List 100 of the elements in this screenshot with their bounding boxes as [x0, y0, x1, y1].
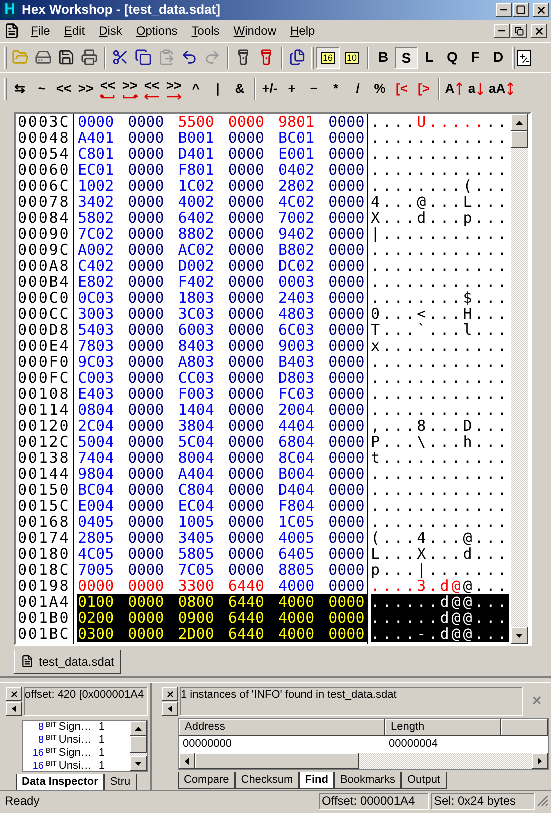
hex-word[interactable]: 8805 — [278, 562, 315, 578]
offset-field[interactable]: offset: 420 [0x000001A4 — [24, 687, 148, 716]
hex-word[interactable]: 6402 — [178, 210, 214, 226]
hex-word[interactable]: 0000 — [328, 258, 365, 274]
ascii-text[interactable]: ,...8...D... — [371, 418, 510, 434]
panel-tab[interactable]: Stru — [104, 774, 137, 791]
operation-button[interactable]: << — [53, 76, 75, 100]
hex-word[interactable]: 0000 — [328, 290, 365, 306]
hex-word[interactable]: 4005 — [278, 530, 315, 546]
hex-word[interactable]: B802 — [278, 242, 315, 258]
maximize-button[interactable] — [513, 3, 529, 17]
hex-word[interactable]: 0000 — [328, 386, 365, 402]
hex-word[interactable]: 0000 — [328, 402, 365, 418]
ascii-text[interactable]: ....U....... — [371, 114, 510, 130]
hex-word[interactable]: 0000 — [128, 562, 164, 578]
menu-item[interactable]: Edit — [58, 22, 92, 40]
menu-item[interactable]: Tools — [186, 22, 226, 40]
ascii-text[interactable]: ............ — [371, 466, 510, 482]
operation-button[interactable]: ~ — [31, 76, 53, 100]
ascii-text[interactable]: p...|....... — [371, 562, 510, 578]
ascii-text[interactable]: |........... — [371, 226, 510, 242]
hex-word[interactable]: 4404 — [278, 418, 315, 434]
hex-word[interactable]: 0000 — [128, 450, 164, 466]
hex-word[interactable]: 0000 — [328, 434, 365, 450]
panel-tab[interactable]: Find — [299, 772, 334, 789]
hex-word[interactable]: 0000 — [128, 610, 164, 626]
ascii-text[interactable]: ....3.d@@... — [371, 578, 510, 594]
ascii-text[interactable]: ........(... — [371, 178, 510, 194]
hex-word[interactable]: 7C02 — [78, 226, 114, 242]
hex-word[interactable]: 0000 — [328, 162, 365, 178]
hex-word[interactable]: 0000 — [128, 194, 164, 210]
hex-word[interactable]: 0000 — [328, 498, 365, 514]
type-name[interactable]: Unsi… — [58, 760, 97, 773]
resize-grip-icon[interactable] — [537, 795, 549, 807]
hex-word[interactable]: EC01 — [78, 162, 114, 178]
scroll-thumb[interactable] — [130, 736, 147, 753]
hex-word[interactable]: 5500 — [178, 114, 214, 130]
operation-button[interactable]: << — [141, 76, 163, 100]
hex-word[interactable]: 2805 — [78, 530, 114, 546]
hex-word[interactable]: E802 — [78, 274, 114, 290]
hex-word[interactable]: 8C04 — [278, 450, 315, 466]
hex-word[interactable]: 0000 — [328, 242, 365, 258]
hex-word[interactable]: 0000 — [128, 482, 164, 498]
hex-word[interactable]: E403 — [78, 386, 114, 402]
ascii-text[interactable]: ............ — [371, 370, 510, 386]
size-button[interactable]: L — [418, 46, 441, 68]
hex-word[interactable]: 0000 — [328, 338, 365, 354]
hex-word[interactable]: C003 — [78, 370, 114, 386]
operation-button[interactable]: * — [325, 76, 347, 100]
ascii-text[interactable]: (...4...@... — [371, 530, 510, 546]
type-name[interactable]: Unsi… — [58, 734, 97, 747]
operation-button[interactable]: + — [281, 76, 303, 100]
hex-word[interactable]: 0000 — [128, 306, 164, 322]
hex-word[interactable]: 0000 — [328, 226, 365, 242]
close-button[interactable] — [533, 3, 549, 17]
restore-button[interactable] — [511, 24, 527, 38]
hex-word[interactable]: 0000 — [228, 130, 264, 146]
hex-word[interactable]: 0000 — [328, 450, 365, 466]
menu-item[interactable]: Window — [228, 22, 282, 40]
menu-item[interactable]: Options — [130, 22, 184, 40]
hex-word[interactable]: 0300 — [78, 626, 114, 642]
scroll-left-button[interactable] — [179, 753, 195, 769]
hex-word[interactable]: 0000 — [328, 130, 365, 146]
hex-word[interactable]: 7803 — [78, 338, 114, 354]
operation-button[interactable]: − — [303, 76, 325, 100]
ascii-text[interactable]: ........$... — [371, 290, 510, 306]
hex-word[interactable]: 0000 — [228, 114, 264, 130]
hex-word[interactable]: 0000 — [128, 354, 164, 370]
hex-word[interactable]: 0000 — [228, 450, 264, 466]
hex-word[interactable]: 3402 — [78, 194, 114, 210]
hex-word[interactable]: AC02 — [178, 242, 214, 258]
hex-word[interactable]: 0000 — [328, 594, 365, 610]
hex-word[interactable]: A401 — [78, 130, 114, 146]
hex-word[interactable]: 0000 — [228, 418, 264, 434]
hex-word[interactable]: F801 — [178, 162, 214, 178]
scroll-thumb[interactable] — [511, 131, 528, 148]
hex-word[interactable]: 5805 — [178, 546, 214, 562]
ascii-text[interactable]: ............ — [371, 386, 510, 402]
hex-word[interactable]: 0000 — [328, 546, 365, 562]
pin-button[interactable] — [6, 702, 22, 716]
hex-word[interactable]: 8004 — [178, 450, 214, 466]
hex-word[interactable]: C402 — [78, 258, 114, 274]
hex-word[interactable]: 9801 — [278, 114, 315, 130]
hex-word[interactable]: 9C03 — [78, 354, 114, 370]
hex-word[interactable]: 1404 — [178, 402, 214, 418]
hex-word[interactable]: 0000 — [128, 370, 164, 386]
operation-button[interactable]: << — [97, 76, 119, 100]
hex-word[interactable]: C801 — [78, 146, 114, 162]
hex-word[interactable]: 0000 — [228, 546, 264, 562]
hex-word[interactable]: 0000 — [328, 114, 365, 130]
hex-word[interactable]: 5802 — [78, 210, 114, 226]
hex-word[interactable]: 7005 — [78, 562, 114, 578]
hex-word[interactable]: 0000 — [328, 466, 365, 482]
hex-word[interactable]: E001 — [278, 146, 315, 162]
notepad-icon[interactable] — [517, 48, 531, 66]
menu-item[interactable]: Disk — [93, 22, 128, 40]
ascii-text[interactable]: 4...@...L... — [371, 194, 510, 210]
hex-word[interactable]: 0000 — [328, 530, 365, 546]
operation-button[interactable]: / — [347, 76, 369, 100]
hex-word[interactable]: 5403 — [78, 322, 114, 338]
